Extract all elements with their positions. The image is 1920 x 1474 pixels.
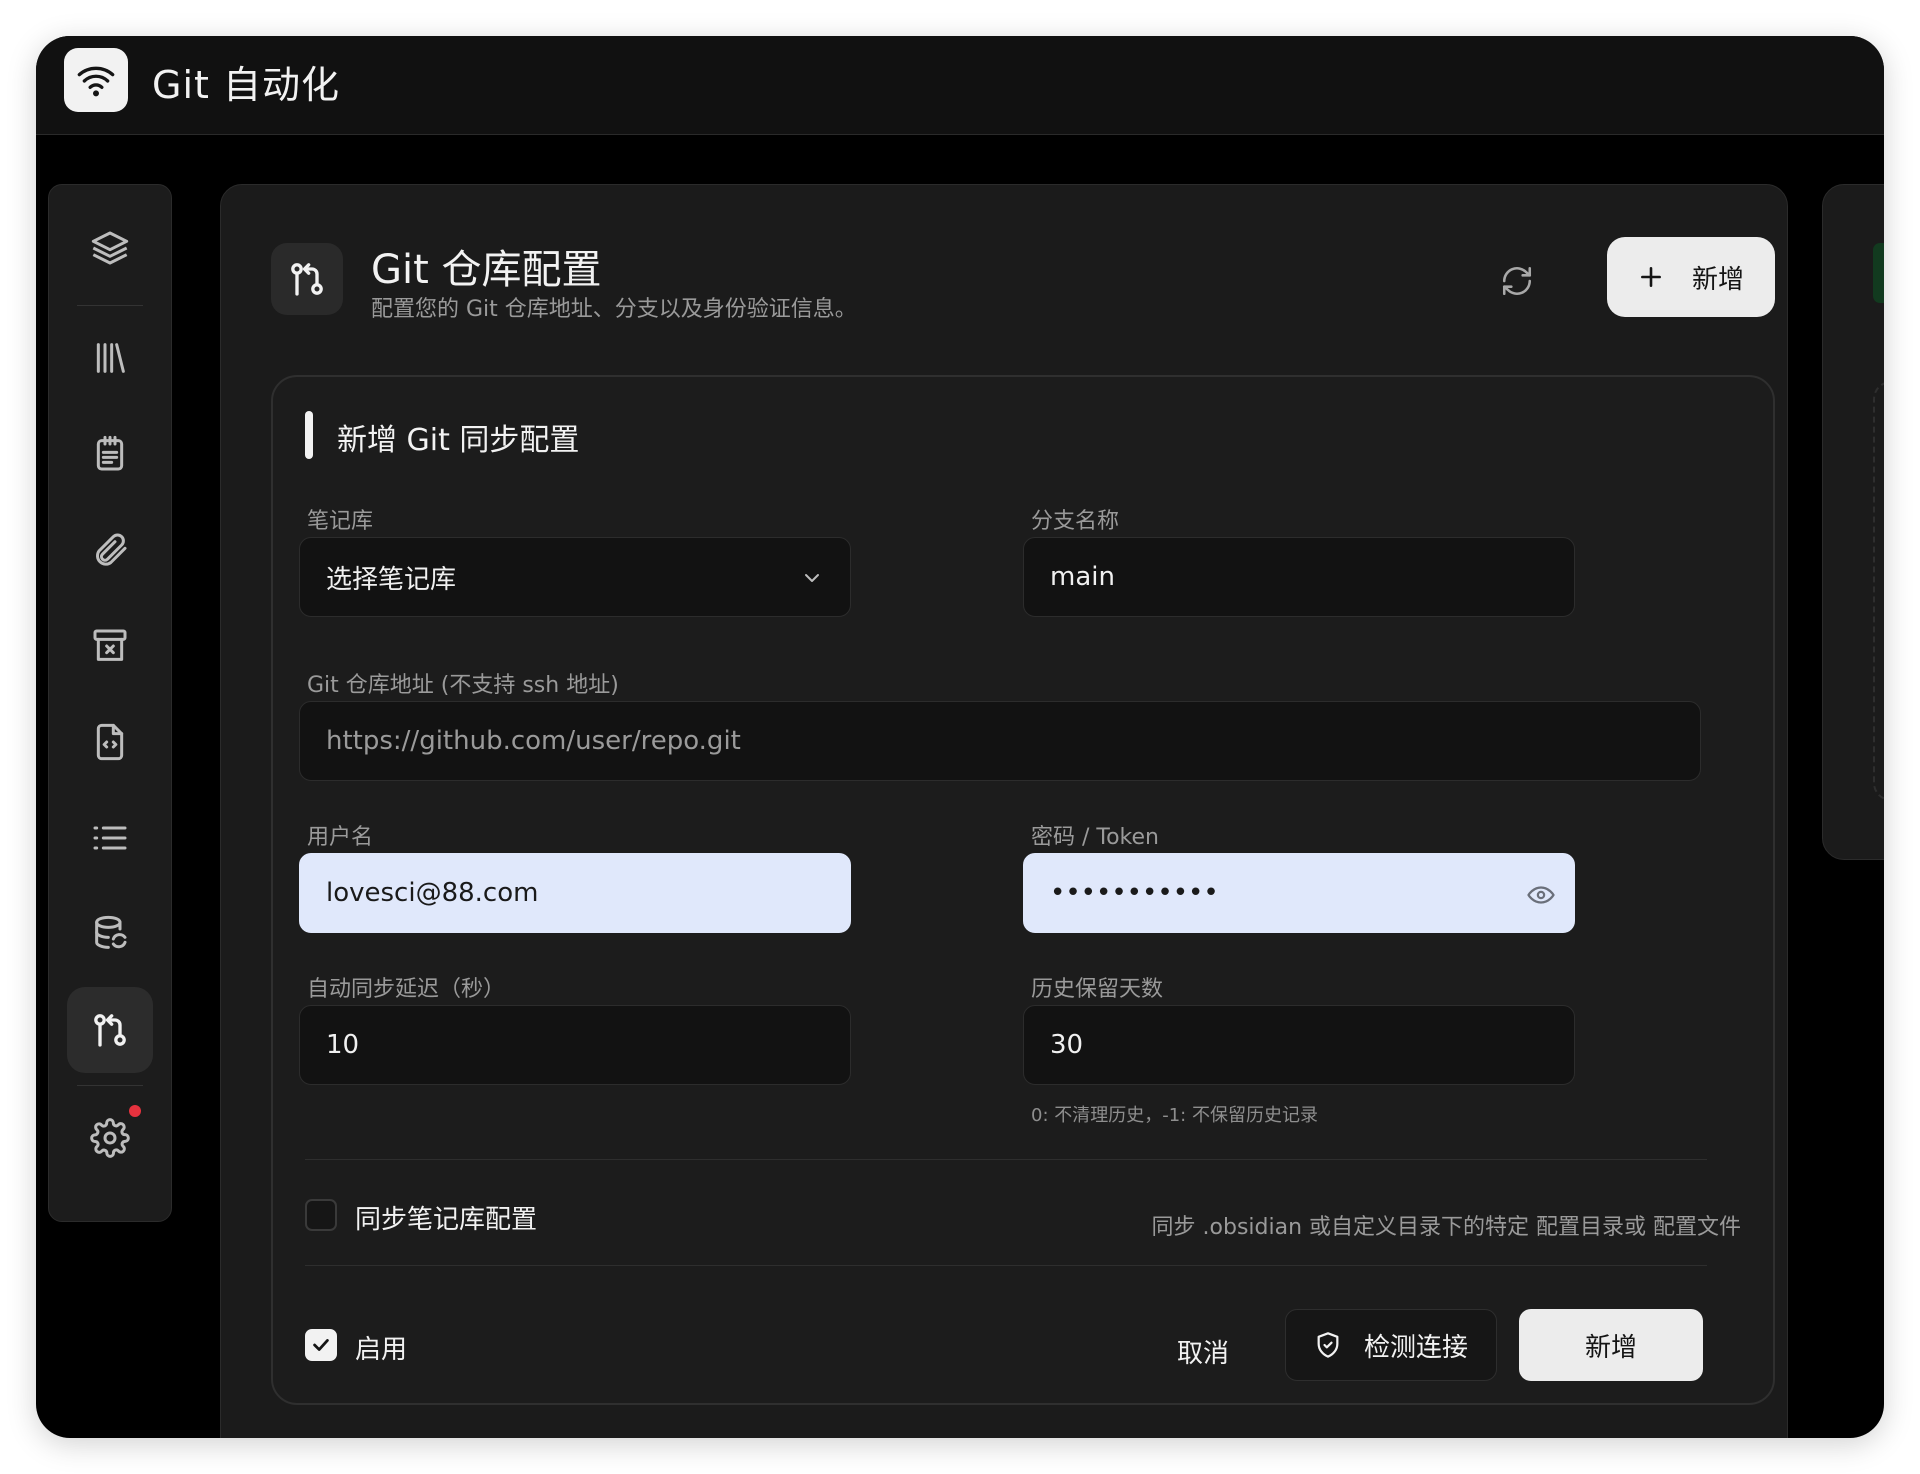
password-input[interactable]: ••••••••••• [1023,853,1575,933]
page-title: Git 仓库配置 [371,247,602,293]
title-bar: Git 自动化 [36,36,1884,135]
test-connection-label: 检测连接 [1363,1332,1468,1363]
form-divider [305,1159,1707,1160]
title-accent-bar [305,411,313,459]
git-compare-icon [271,243,343,315]
git-sync-form: 新增 Git 同步配置 笔记库 选择笔记库 分支名称 main Git 仓库地址… [271,375,1775,1405]
vault-label: 笔记库 [307,509,374,534]
cancel-button[interactable]: 取消 [1177,1333,1229,1370]
archive-x-icon [93,629,127,661]
enable-label: 启用 [355,1335,408,1365]
sync-config-checkbox[interactable] [305,1199,337,1231]
sidebar-divider [77,1085,143,1086]
sync-delay-label: 自动同步延迟（秒） [307,977,506,1002]
sync-config-description: 同步 .obsidian 或自定义目录下的特定 配置目录或 配置文件 [1151,1215,1741,1240]
branch-input-value: main [1050,562,1115,592]
repo-url-label: Git 仓库地址 (不支持 ssh 地址) [307,673,619,698]
vault-select[interactable]: 选择笔记库 [299,537,851,617]
repo-url-input[interactable]: https://github.com/user/repo.git [299,701,1701,781]
sync-config-label: 同步笔记库配置 [355,1205,538,1235]
git-compare-icon [94,1014,126,1047]
branch-label: 分支名称 [1031,509,1120,534]
password-input-value: ••••••••••• [1050,878,1219,908]
wifi-icon [64,48,128,112]
database-sync-icon [95,915,127,949]
sync-delay-input[interactable]: 10 [299,1005,851,1085]
gear-icon [90,1118,130,1158]
sidebar-item-database-sync[interactable] [67,891,153,977]
password-label: 密码 / Token [1031,825,1159,850]
layers-icon [91,231,129,265]
history-days-label: 历史保留天数 [1031,977,1164,1002]
page-subtitle: 配置您的 Git 仓库地址、分支以及身份验证信息。 [371,297,857,322]
list-icon [93,826,127,850]
side-panel-stub [1822,184,1884,860]
eye-icon[interactable] [1526,880,1556,910]
submit-button[interactable]: 新增 [1519,1309,1703,1381]
add-config-button[interactable]: 新增 [1607,237,1775,317]
app-title: Git 自动化 [152,63,340,107]
chevron-down-icon [805,574,819,582]
sidebar-item-archive[interactable] [67,603,153,689]
plus-icon [1641,267,1661,287]
sidebar-item-notepad[interactable] [67,411,153,497]
sidebar-item-settings[interactable] [67,1095,153,1181]
history-days-input[interactable]: 30 [1023,1005,1575,1085]
notification-badge [129,1105,141,1117]
main-panel: Git 仓库配置 配置您的 Git 仓库地址、分支以及身份验证信息。 新增 新增… [220,184,1788,1438]
sidebar-item-list[interactable] [67,795,153,881]
app-window: Git 自动化 Git 仓库配置 配置您的 Git 仓库地址、分支以及身份验证信… [36,36,1884,1438]
history-days-value: 30 [1050,1030,1084,1060]
paperclip-icon [96,533,127,566]
sidebar-item-attachments[interactable] [67,507,153,593]
file-code-icon [96,723,124,761]
sidebar-item-git[interactable] [67,987,153,1073]
sync-delay-value: 10 [326,1030,360,1060]
sidebar [48,184,172,1222]
notepad-icon [96,435,124,471]
form-divider [305,1265,1707,1266]
enable-checkbox[interactable] [305,1329,337,1361]
dropzone-outline [1873,381,1884,801]
sidebar-item-layers[interactable] [67,205,153,291]
refresh-button[interactable] [1495,259,1539,303]
status-indicator [1873,243,1884,303]
shield-check-icon [1317,1332,1339,1358]
add-config-label: 新增 [1691,264,1744,295]
username-input-value: lovesci@88.com [326,878,539,908]
repo-url-placeholder: https://github.com/user/repo.git [326,726,741,756]
history-days-hint: 0: 不清理历史，-1: 不保留历史记录 [1031,1105,1318,1126]
vault-select-value: 选择笔记库 [326,564,457,595]
test-connection-button[interactable]: 检测连接 [1285,1309,1497,1381]
username-label: 用户名 [307,825,374,850]
form-title: 新增 Git 同步配置 [337,423,580,458]
refresh-icon [1502,266,1532,296]
sidebar-divider [77,305,143,306]
library-icon [96,343,125,373]
username-input[interactable]: lovesci@88.com [299,853,851,933]
sidebar-item-library[interactable] [67,315,153,401]
sidebar-item-config-file[interactable] [67,699,153,785]
branch-input[interactable]: main [1023,537,1575,617]
check-icon [313,1339,329,1351]
